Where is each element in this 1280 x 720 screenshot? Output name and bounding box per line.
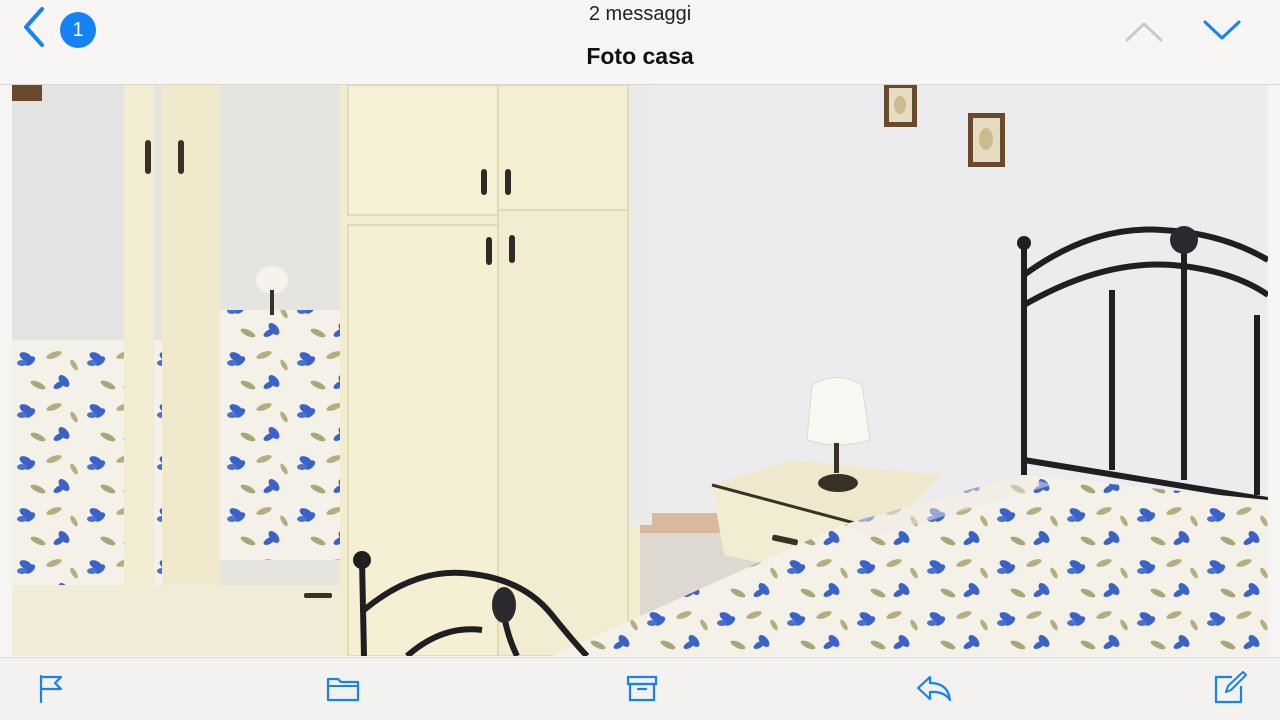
message-header: 1 2 messaggi Foto casa [0,0,1280,85]
flag-icon [39,674,63,704]
compose-icon [1214,671,1247,704]
chevron-down-icon [1203,20,1241,40]
next-message-button[interactable] [1200,14,1244,50]
bottom-toolbar [0,657,1280,720]
flag-button[interactable] [28,668,72,708]
reply-icon [916,675,952,702]
previous-message-button[interactable] [1122,14,1166,50]
chevron-up-icon [1125,22,1163,42]
folder-icon [326,677,360,702]
attached-photo[interactable] [12,85,1268,656]
archive-icon [626,675,658,702]
archive-button[interactable] [620,668,664,708]
reply-button[interactable] [912,668,956,708]
page-title: Foto casa [586,43,694,69]
compose-button[interactable] [1208,668,1252,708]
message-count: 2 messaggi [588,3,692,25]
move-to-folder-button[interactable] [321,668,365,708]
bedroom-photo [12,85,1268,656]
